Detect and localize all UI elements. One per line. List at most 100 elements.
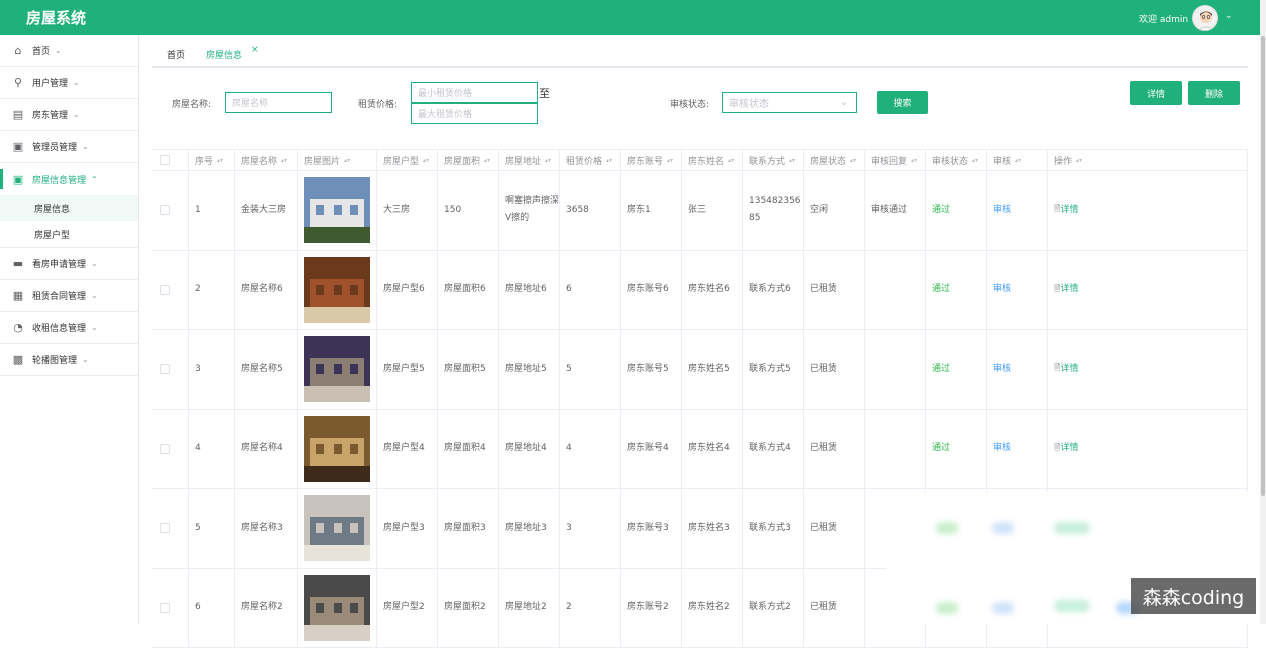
table-row[interactable]: 1金装大三房大三房150啊塞擦声擦深V擦的3658房东1张三1354823568… — [152, 171, 1248, 251]
sort-icon[interactable]: ▴▾ — [281, 157, 287, 164]
column-header[interactable]: 房屋地址▴▾ — [499, 150, 560, 170]
row-checkbox[interactable] — [160, 603, 170, 613]
action-text[interactable]: 详情 — [1060, 281, 1078, 298]
sidebar-subitem-house-type[interactable]: 房屋户型 — [0, 221, 138, 247]
column-header[interactable]: 审核状态▴▾ — [926, 150, 987, 170]
search-button[interactable]: 搜索 — [877, 91, 928, 114]
column-header[interactable]: 房屋户型▴▾ — [377, 150, 438, 170]
house-name-input[interactable]: 房屋名称 — [225, 92, 332, 113]
tab-house-info[interactable]: 房屋信息 — [206, 48, 242, 61]
cell-account: 房东账号6 — [621, 251, 682, 330]
row-checkbox[interactable] — [160, 444, 170, 454]
row-checkbox[interactable] — [160, 285, 170, 295]
max-price-input[interactable]: 最大租赁价格 — [411, 103, 538, 124]
sidebar-item-users[interactable]: ⚲ 用户管理 ⌄ — [0, 67, 138, 99]
column-header[interactable]: 审核▴▾ — [987, 150, 1048, 170]
house-photo — [304, 416, 370, 482]
sort-icon[interactable]: ▴▾ — [217, 157, 223, 164]
no-text: 6 — [195, 599, 201, 616]
column-header[interactable]: 房屋图片▴▾ — [298, 150, 377, 170]
cell-account: 房东账号4 — [621, 410, 682, 489]
price-text: 3 — [566, 520, 572, 537]
sort-icon[interactable]: ▴▾ — [911, 157, 917, 164]
sort-icon[interactable]: ▴▾ — [545, 157, 551, 164]
sort-icon[interactable]: ▴▾ — [1076, 157, 1082, 164]
row-checkbox[interactable] — [160, 364, 170, 374]
column-header[interactable]: 操作▴▾ — [1048, 150, 1248, 170]
sort-icon[interactable]: ▴▾ — [850, 157, 856, 164]
action-text[interactable]: 详情 — [1060, 440, 1078, 457]
cell-account: 房东账号5 — [621, 330, 682, 409]
column-header[interactable]: 房屋面积▴▾ — [438, 150, 499, 170]
cell-no: 2 — [189, 251, 235, 330]
sidebar-item-house-info-mgmt[interactable]: ▣ 房屋信息管理 ⌃ — [0, 163, 138, 195]
detail-button[interactable]: 详情 — [1130, 81, 1182, 105]
chevron-down-icon[interactable]: ⌄ — [1225, 11, 1233, 21]
cell-state: 已租赁 — [804, 569, 865, 648]
state-text: 已租赁 — [810, 520, 837, 537]
sort-icon[interactable]: ▴▾ — [728, 157, 734, 164]
cell-action: 🗎 详情 — [1048, 251, 1248, 330]
audit-text[interactable]: 审核 — [993, 202, 1011, 219]
close-icon[interactable]: × — [251, 45, 259, 55]
sort-icon[interactable]: ▴▾ — [667, 157, 673, 164]
cell-audit: 审核 — [987, 410, 1048, 489]
cell-name: 房屋名称6 — [235, 251, 298, 330]
action-text[interactable]: 详情 — [1060, 361, 1078, 378]
sort-icon[interactable]: ▴▾ — [344, 157, 350, 164]
column-header[interactable]: 房东账号▴▾ — [621, 150, 682, 170]
sort-icon[interactable]: ▴▾ — [789, 157, 795, 164]
audit-text[interactable]: 审核 — [993, 440, 1011, 457]
tab-home[interactable]: 首页 — [167, 48, 185, 61]
cell-reply — [865, 330, 926, 409]
scrollbar-thumb[interactable] — [1261, 36, 1265, 496]
column-header[interactable]: 租赁价格▴▾ — [560, 150, 621, 170]
column-header[interactable]: 联系方式▴▾ — [743, 150, 804, 170]
column-header[interactable]: 审核回复 ▴▾ — [865, 150, 926, 170]
sort-icon[interactable]: ▴▾ — [484, 157, 490, 164]
audit-text[interactable]: 审核 — [993, 281, 1011, 298]
sidebar-item-rent[interactable]: ◔ 收租信息管理 ⌄ — [0, 312, 138, 344]
sidebar-item-label: 房屋信息管理 — [32, 173, 86, 186]
sidebar-item-admins[interactable]: ▣ 管理员管理 ⌄ — [0, 131, 138, 163]
sidebar-item-landlords[interactable]: ▤ 房东管理 ⌄ — [0, 99, 138, 131]
column-header-label: 审核回复 — [871, 154, 907, 167]
audit-status-placeholder: 审核状态 — [729, 95, 769, 110]
briefcase-icon: ▣ — [12, 141, 24, 153]
cell-address: 啊塞擦声擦深V擦的 — [499, 171, 560, 250]
state-text: 已租赁 — [810, 599, 837, 616]
column-header[interactable]: 房屋状态▴▾ — [804, 150, 865, 170]
column-header[interactable]: 序号 ▴▾ — [189, 150, 235, 170]
sort-icon[interactable]: ▴▾ — [423, 157, 429, 164]
area-text: 房屋面积4 — [444, 440, 486, 457]
delete-button[interactable]: 删除 — [1188, 81, 1240, 105]
sort-icon[interactable]: ▴▾ — [972, 157, 978, 164]
top-bar: 房屋系统 欢迎 admin ⌄ — [0, 0, 1260, 35]
account-text: 房东账号3 — [627, 520, 669, 537]
table-row[interactable]: 3房屋名称5房屋户型5房屋面积5房屋地址55房东账号5房东姓名5联系方式5已租赁… — [152, 330, 1248, 410]
audit-status-select[interactable]: 审核状态 ⌄ — [722, 92, 857, 113]
action-text[interactable]: 详情 — [1060, 202, 1078, 219]
min-price-input[interactable]: 最小租赁价格 — [411, 82, 538, 103]
sort-icon[interactable]: ▴▾ — [606, 157, 612, 164]
sidebar-item-home[interactable]: ⌂ 首页 ⌄ — [0, 35, 138, 67]
cell-owner: 房东姓名3 — [682, 489, 743, 568]
table-row[interactable]: 2房屋名称6房屋户型6房屋面积6房屋地址66房东账号6房东姓名6联系方式6已租赁… — [152, 251, 1248, 331]
audit-text[interactable]: 审核 — [993, 361, 1011, 378]
row-checkbox[interactable] — [160, 523, 170, 533]
table-row[interactable]: 4房屋名称4房屋户型4房屋面积4房屋地址44房东账号4房东姓名4联系方式4已租赁… — [152, 410, 1248, 490]
column-header[interactable]: 房东姓名▴▾ — [682, 150, 743, 170]
sidebar-item-contracts[interactable]: ▦ 租赁合同管理 ⌄ — [0, 280, 138, 312]
no-text: 2 — [195, 281, 201, 298]
sort-icon[interactable]: ▴▾ — [1015, 157, 1021, 164]
sidebar-item-carousel[interactable]: ▩ 轮播图管理 ⌄ — [0, 344, 138, 376]
cell-phone: 联系方式6 — [743, 251, 804, 330]
sidebar-subitem-house-info[interactable]: 房屋信息 — [0, 195, 138, 221]
avatar[interactable] — [1192, 5, 1218, 31]
sidebar-item-viewing[interactable]: ▬ 看房申请管理 ⌄ — [0, 248, 138, 280]
column-header-label: 序号 — [195, 154, 213, 167]
sidebar: ⌂ 首页 ⌄ ⚲ 用户管理 ⌄ ▤ 房东管理 ⌄ ▣ 管理员管理 ⌄ ▣ 房屋信… — [0, 35, 139, 624]
column-header[interactable]: 房屋名称▴▾ — [235, 150, 298, 170]
select-all-checkbox[interactable] — [160, 155, 170, 165]
row-checkbox[interactable] — [160, 205, 170, 215]
